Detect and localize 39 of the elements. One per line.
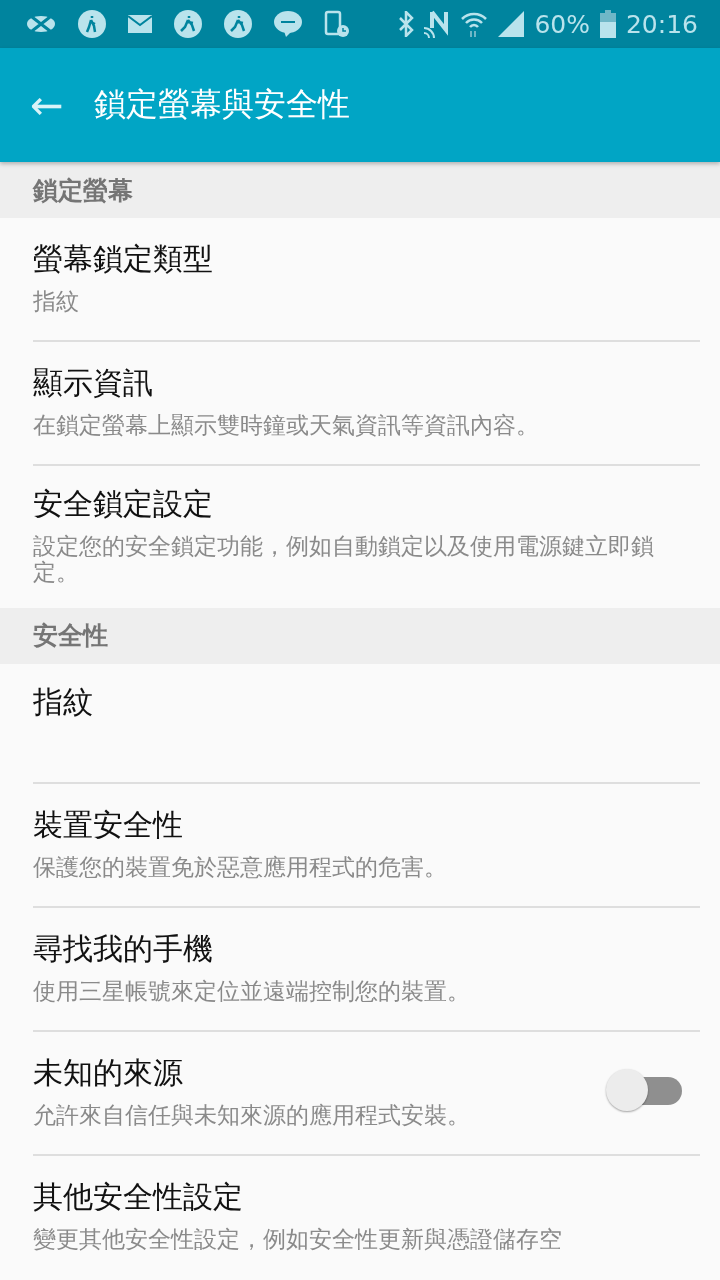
item-title: 未知的來源	[33, 1054, 184, 1093]
settings-item[interactable]: 其他安全性設定 變更其他安全性設定，例如安全性更新與憑證儲存空	[33, 1153, 700, 1278]
wifi-icon	[460, 10, 489, 38]
settings-item[interactable]: 顯示資訊 在鎖定螢幕上顯示雙時鐘或天氣資訊等資訊內容。	[33, 340, 700, 464]
settings-item[interactable]: 螢幕鎖定類型 指紋	[33, 218, 700, 340]
clock: 20:16	[625, 9, 698, 39]
phone-clock-icon	[324, 10, 350, 38]
signal-icon	[498, 11, 525, 37]
settings-item[interactable]: 裝置安全性 保護您的裝置免於惡意應用程式的危害。	[33, 781, 700, 906]
nfc-icon	[424, 10, 451, 38]
walking-icon	[78, 10, 106, 38]
settings-item[interactable]: 指紋	[33, 663, 700, 782]
item-summary: 允許來自信任與未知來源的應用程式安裝。	[33, 1102, 471, 1129]
bluetooth-icon	[398, 11, 415, 37]
item-summary: 保護您的裝置免於惡意應用程式的危害。	[33, 854, 448, 881]
item-title: 尋找我的手機	[33, 930, 214, 969]
item-title: 裝置安全性	[33, 806, 184, 845]
settings-item[interactable]: 未知的來源 允許來自信任與未知來源的應用程式安裝。	[33, 1029, 700, 1154]
running-icon	[224, 10, 252, 38]
section-header: 鎖定螢幕	[0, 162, 720, 218]
battery-percentage: 60%	[534, 9, 590, 39]
settings-item[interactable]: 尋找我的手機 使用三星帳號來定位並遠端控制您的裝置。	[33, 905, 700, 1030]
section-header: 安全性	[0, 607, 720, 664]
item-title: 螢幕鎖定類型	[33, 240, 214, 279]
item-summary: 使用三星帳號來定位並遠端控制您的裝置。	[33, 978, 471, 1005]
item-title: 指紋	[33, 682, 94, 721]
notification-icon	[26, 13, 56, 35]
battery-icon	[599, 10, 616, 38]
item-summary: 在鎖定螢幕上顯示雙時鐘或天氣資訊等資訊內容。	[33, 412, 540, 439]
mail-icon	[128, 15, 152, 33]
item-summary: 變更其他安全性設定，例如安全性更新與憑證儲存空	[33, 1226, 563, 1253]
screen-title: 鎖定螢幕與安全性	[93, 84, 350, 125]
item-summary: 設定您的安全鎖定功能，例如自動鎖定以及使用電源鍵立即鎖定。	[33, 533, 655, 586]
item-title: 其他安全性設定	[33, 1178, 244, 1217]
item-summary: 指紋	[33, 288, 80, 315]
item-title: 顯示資訊	[33, 364, 154, 403]
chat-bubble-icon	[274, 11, 302, 37]
running-icon	[174, 10, 202, 38]
item-title: 安全鎖定設定	[33, 485, 214, 523]
